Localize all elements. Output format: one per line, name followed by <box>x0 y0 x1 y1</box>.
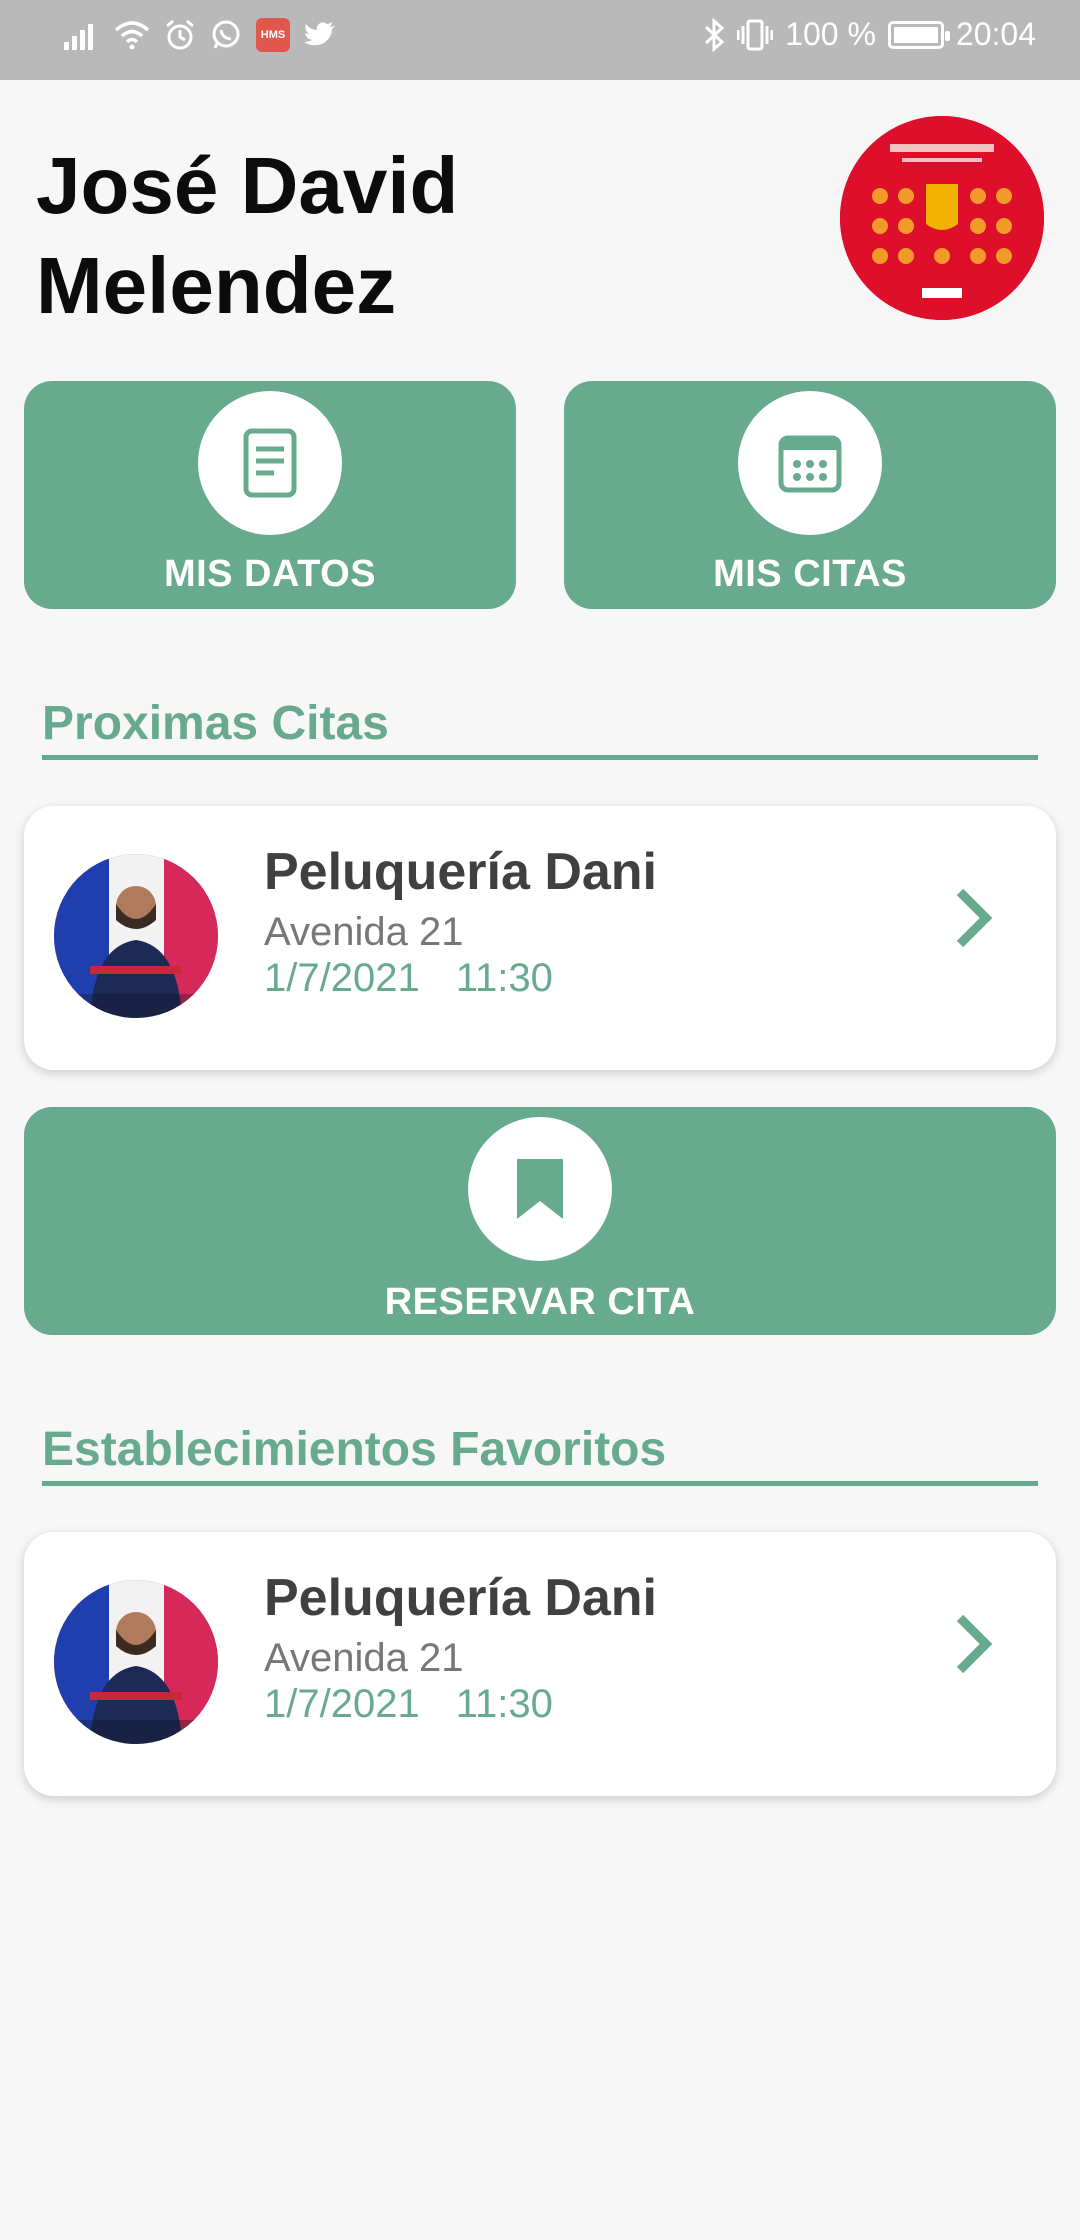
establishment-name: Peluquería Dani <box>264 843 657 901</box>
mis-citas-label: MIS CITAS <box>713 553 907 595</box>
establishment-avatar <box>54 854 218 1018</box>
proximas-citas-divider <box>42 755 1038 760</box>
appointment-datetime: 1/7/2021 11:30 <box>264 956 553 1001</box>
establishment-address: Avenida 21 <box>264 910 464 954</box>
mis-citas-button[interactable]: MIS CITAS <box>564 381 1056 609</box>
reservar-cita-icon-circle <box>468 1117 612 1261</box>
establishment-name: Peluquería Dani <box>264 1569 657 1627</box>
document-icon <box>243 428 297 498</box>
favorite-date: 1/7/2021 <box>264 1682 420 1726</box>
mis-datos-label: MIS DATOS <box>163 553 377 595</box>
establishment-avatar-image <box>54 854 218 1018</box>
favoritos-title: Establecimientos Favoritos <box>42 1423 667 1476</box>
proximas-citas-title: Proximas Citas <box>42 697 389 750</box>
hms-icon: HMS <box>256 18 290 52</box>
favorite-card[interactable]: Peluquería Dani Avenida 21 1/7/2021 11:3… <box>24 1532 1056 1796</box>
favoritos-divider <box>42 1481 1038 1486</box>
clock: 20:04 <box>955 16 1036 52</box>
bluetooth-icon <box>705 17 725 52</box>
favorite-time: 11:30 <box>455 1682 553 1726</box>
profile-avatar[interactable] <box>840 116 1044 320</box>
reservar-cita-button[interactable]: RESERVAR CITA <box>24 1107 1056 1335</box>
user-name: José David Melendez <box>36 141 459 330</box>
twitter-icon <box>304 22 335 46</box>
establishment-address: Avenida 21 <box>264 1636 464 1680</box>
profile-avatar-image <box>840 116 1044 320</box>
calendar-icon <box>778 435 842 493</box>
appointment-card[interactable]: Peluquería Dani Avenida 21 1/7/2021 11:3… <box>24 806 1056 1070</box>
reservar-cita-label: RESERVAR CITA <box>384 1281 696 1323</box>
favorite-datetime: 1/7/2021 11:30 <box>264 1682 553 1727</box>
chevron-right-icon[interactable] <box>952 886 996 950</box>
status-icons-right: 100 % 20:04 <box>703 16 1036 53</box>
establishment-avatar-image <box>54 1580 218 1744</box>
establishment-avatar <box>54 1580 218 1744</box>
mis-citas-icon-circle <box>738 391 882 535</box>
signal-icon <box>64 24 93 50</box>
alarm-icon <box>166 19 194 50</box>
chevron-right-icon[interactable] <box>952 1612 996 1676</box>
status-icons-left: HMS <box>64 18 336 52</box>
vibrate-icon <box>737 19 774 50</box>
appointment-time: 11:30 <box>455 956 553 1000</box>
mis-datos-button[interactable]: MIS DATOS <box>24 381 516 609</box>
mis-datos-icon-circle <box>198 391 342 535</box>
battery-icon <box>887 20 950 49</box>
bookmark-icon <box>517 1159 563 1219</box>
status-bar: HMS 100 % 20:04 <box>0 0 1080 80</box>
wifi-icon <box>114 21 150 50</box>
appointment-date: 1/7/2021 <box>264 956 420 1000</box>
battery-percent: 100 % <box>785 16 876 52</box>
whatsapp-icon <box>212 20 240 49</box>
